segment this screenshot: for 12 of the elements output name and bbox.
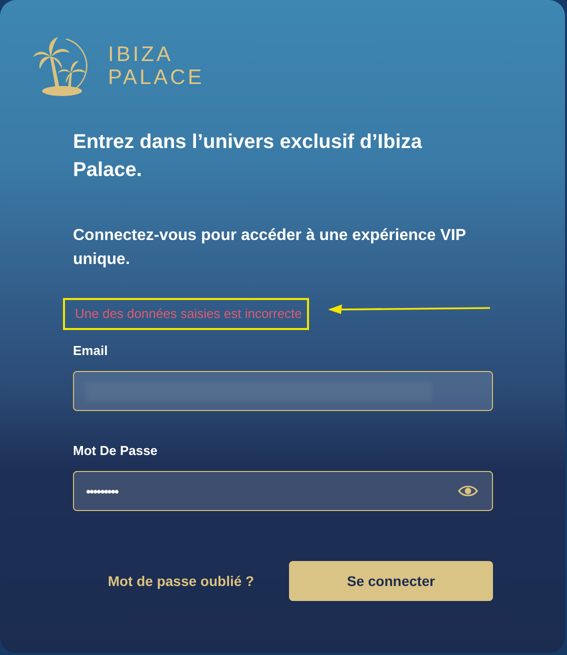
subheading: Connectez-vous pour accéder à une expérience VIP unique.: [73, 226, 467, 270]
login-button[interactable]: Se connecter: [288, 561, 493, 601]
field-label: Mot De Passe: [73, 443, 159, 458]
email-field[interactable]: [73, 371, 493, 411]
password-field[interactable]: •••••••••: [73, 471, 493, 511]
field-label: Email: [73, 343, 109, 358]
error-message: Une des données saisies est incorrecte: [75, 306, 302, 320]
eye-icon[interactable]: [458, 484, 478, 498]
heading: Entrez dans l’univers exclusif d’Ibiza Palace.: [73, 130, 424, 183]
forgot-password-link[interactable]: Mot de passe oublié ?: [73, 573, 289, 589]
logo-wordmark: IBIZA PALACE: [108, 43, 204, 89]
masked-password: •••••••••: [86, 484, 120, 498]
